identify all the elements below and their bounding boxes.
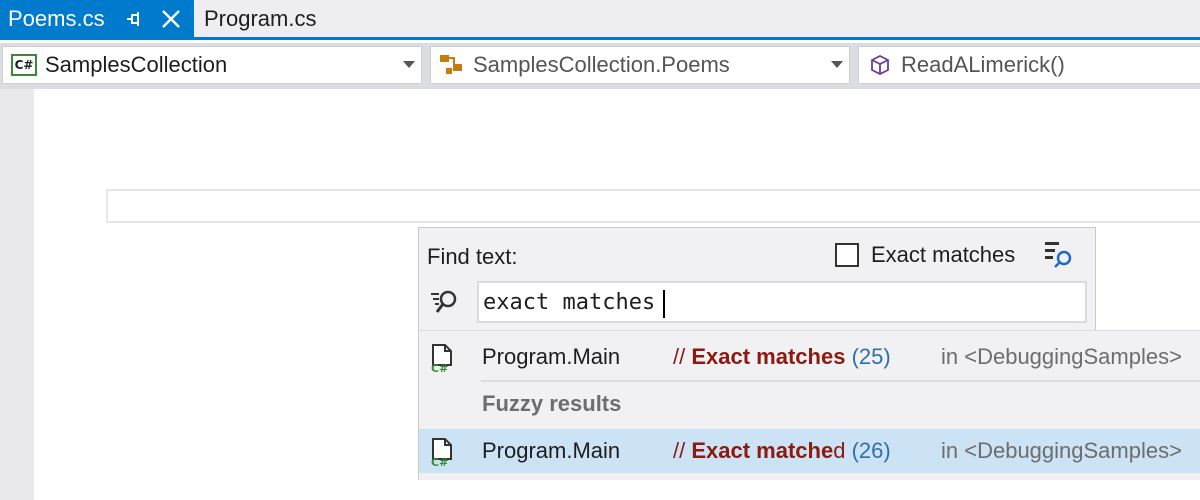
result-name: Program.Main [482,438,621,463]
type-name: SamplesCollection.Poems [473,52,730,77]
result-row-selected[interactable]: C# Program.Main // Exact matched (26) in… [419,429,1200,473]
document-tab-strip: Poems.cs Program.cs [0,0,1200,40]
divider [481,380,1200,382]
chevron-down-icon [403,61,415,68]
class-icon [437,52,467,78]
csharp-file-icon: C# [431,344,452,373]
result-name: Program.Main [482,344,621,369]
method-icon [865,52,895,78]
svg-text:C#: C# [431,362,448,373]
search-results-list: C# Program.Main // Exact matches (25) in… [418,330,1200,480]
fuzzy-results-header: Fuzzy results [482,391,622,416]
type-dropdown[interactable]: SamplesCollection.Poems [430,46,850,84]
tab-label: Poems.cs [8,5,105,31]
result-comment: // Exact matched (26) [673,438,891,463]
tab-program-cs[interactable]: Program.cs [196,0,336,37]
match-count: (26) [851,438,891,463]
find-text-input[interactable] [477,281,1087,323]
find-popup: Find text: Exact matches [418,227,1096,331]
find-text-label: Find text: [427,244,518,269]
tab-poems-cs[interactable]: Poems.cs [0,0,194,37]
tab-label: Program.cs [204,5,317,31]
chevron-down-icon [831,61,843,68]
pin-icon[interactable] [124,9,144,29]
exact-matches-option[interactable]: Exact matches [835,242,1015,268]
match-count: (25) [851,344,891,369]
current-line-highlight [106,189,1200,223]
navigation-bar: C# SamplesCollection SamplesCollection.P… [0,43,1200,89]
text-caret [663,290,665,318]
member-name: ReadALimerick() [901,52,1065,77]
project-name: SamplesCollection [45,52,228,77]
result-location: in <DebuggingSamples> [941,344,1182,369]
project-dropdown[interactable]: C# SamplesCollection [2,46,422,84]
member-dropdown[interactable]: ReadALimerick() [858,46,1200,84]
search-options-icon[interactable] [1043,240,1075,268]
search-icon [431,290,457,313]
result-row[interactable]: C# Program.Main // Exact matches (25) in… [419,333,1200,381]
exact-matches-label: Exact matches [871,242,1016,267]
close-icon[interactable] [160,8,182,30]
result-location: in <DebuggingSamples> [941,438,1182,463]
csharp-file-icon: C# [431,438,452,467]
csharp-project-icon: C# [9,52,39,78]
svg-text:C#: C# [431,456,448,467]
exact-matches-checkbox[interactable] [835,243,859,267]
editor-gutter [0,89,34,500]
result-comment: // Exact matches (25) [673,344,891,369]
